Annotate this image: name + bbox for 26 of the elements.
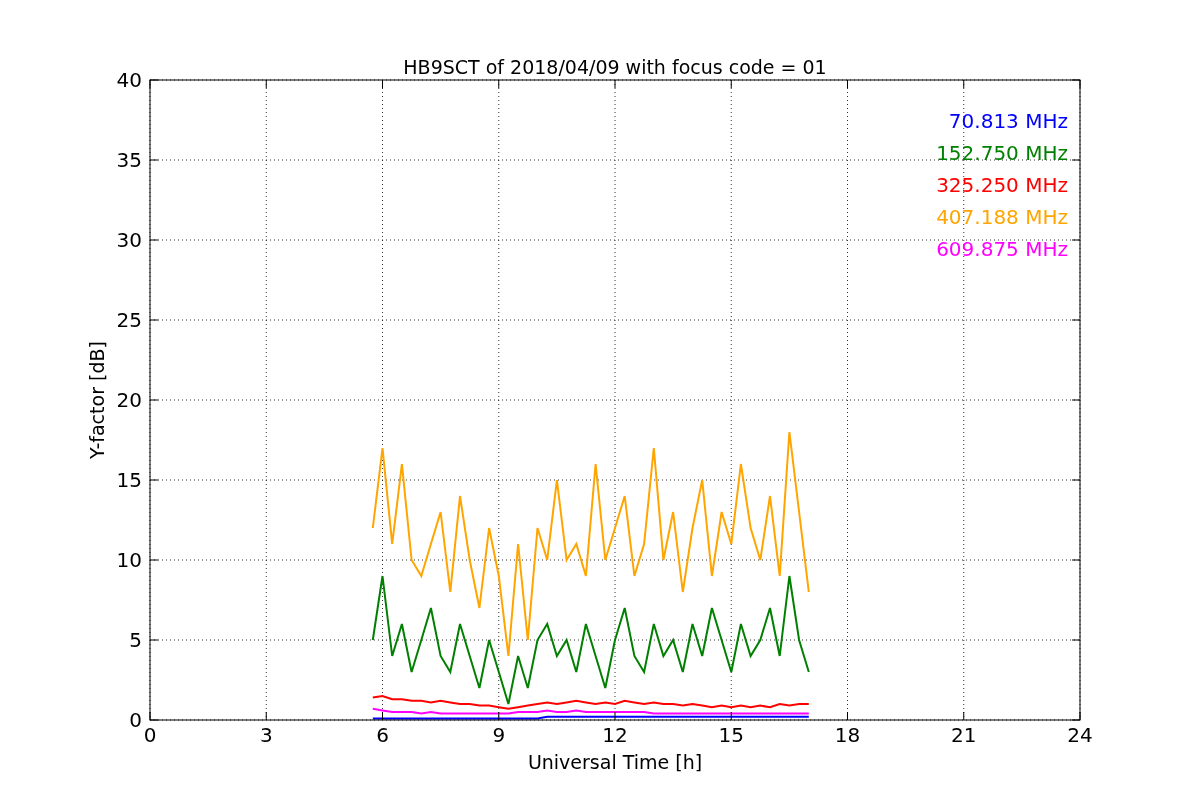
legend-label: 152.750 MHz	[936, 141, 1068, 165]
x-tick-label: 9	[492, 723, 506, 747]
y-tick-label: 0	[129, 708, 142, 732]
x-tick-label: 18	[834, 723, 861, 747]
y-tick-label: 10	[116, 548, 142, 572]
y-tick-label: 20	[116, 388, 142, 412]
y-tick-label: 40	[116, 68, 142, 92]
y-tick-label: 25	[116, 308, 142, 332]
chart-title: HB9SCT of 2018/04/09 with focus code = 01	[403, 56, 827, 78]
y-tick-label: 35	[116, 148, 142, 172]
legend-label: 609.875 MHz	[936, 237, 1068, 261]
x-tick-label: 6	[376, 723, 389, 747]
x-axis-label: Universal Time [h]	[527, 751, 703, 773]
y-tick-label: 5	[129, 628, 142, 652]
x-tick-label: 15	[718, 723, 744, 747]
x-tick-label: 21	[951, 723, 977, 747]
legend-label: 70.813 MHz	[948, 109, 1068, 133]
x-tick-label: 12	[602, 723, 628, 747]
legend-label: 325.250 MHz	[936, 173, 1068, 197]
x-tick-label: 0	[143, 723, 157, 747]
x-tick-label: 24	[1067, 723, 1093, 747]
y-axis-label: Y-factor [dB]	[86, 341, 108, 459]
x-tick-label: 3	[259, 723, 273, 747]
legend-label: 407.188 MHz	[936, 205, 1068, 229]
y-tick-label: 30	[116, 228, 142, 252]
y-tick-label: 15	[116, 468, 142, 492]
